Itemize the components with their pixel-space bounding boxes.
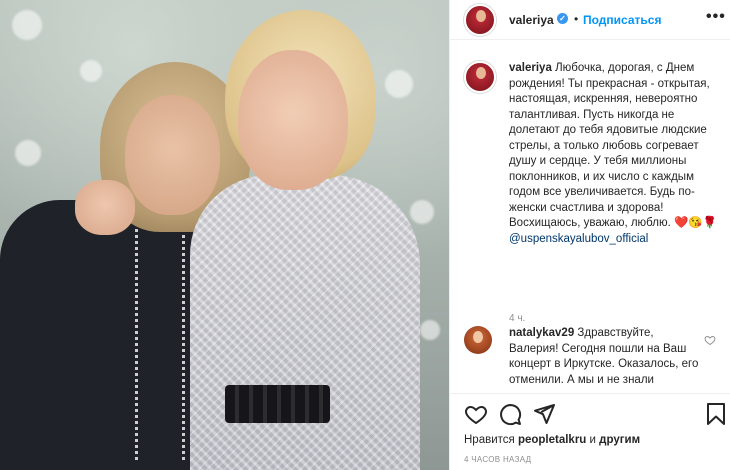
hand-on-shoulder xyxy=(75,180,135,235)
commenter-username[interactable]: natalykav29 xyxy=(509,327,574,339)
right-person-sequin-dress xyxy=(190,175,420,470)
bokeh-light xyxy=(385,70,413,98)
comment-text: natalykav29 Здравствуйте, Валерия! Сегод… xyxy=(509,326,699,388)
author-username[interactable]: valeriya xyxy=(509,13,554,27)
bokeh-light xyxy=(420,320,440,340)
bokeh-light xyxy=(15,140,41,166)
caption-text: valeriya Любочка, дорогая, с Днем рожден… xyxy=(509,61,719,247)
comment-item: natalykav29 Здравствуйте, Валерия! Сегод… xyxy=(464,326,724,393)
likes-user-link[interactable]: peopletalkru xyxy=(518,434,586,446)
right-person-face xyxy=(238,50,348,190)
author-avatar[interactable] xyxy=(464,4,496,36)
follow-button[interactable]: Подписаться xyxy=(583,13,661,27)
black-belt xyxy=(225,385,330,423)
necklace xyxy=(135,200,185,460)
comment-icon[interactable] xyxy=(498,402,522,426)
likes-others-link[interactable]: другим xyxy=(599,434,640,446)
instagram-post: valeriya ✓ • Подписаться ••• valeriya Лю… xyxy=(0,0,730,470)
post-photo[interactable] xyxy=(0,0,449,470)
bookmark-icon[interactable] xyxy=(704,402,728,426)
heart-icon[interactable] xyxy=(464,402,488,426)
left-person-face xyxy=(125,95,220,215)
commenter-avatar[interactable] xyxy=(464,326,492,354)
share-icon[interactable] xyxy=(532,402,556,426)
post-actions: Нравится peopletalkru и другим 4 ЧАСОВ Н… xyxy=(450,393,730,470)
comment-like-heart-icon[interactable] xyxy=(704,334,716,346)
likes-prefix: Нравится xyxy=(464,434,518,446)
bokeh-light xyxy=(12,10,42,40)
separator-dot: • xyxy=(574,12,579,26)
likes-summary: Нравится peopletalkru и другим xyxy=(464,434,640,446)
verified-badge-icon: ✓ xyxy=(557,13,568,24)
caption-time[interactable]: 4 ч. xyxy=(509,313,525,324)
bokeh-light xyxy=(410,200,434,224)
posted-time[interactable]: 4 ЧАСОВ НАЗАД xyxy=(464,455,531,464)
post-header: valeriya ✓ • Подписаться ••• xyxy=(450,0,730,40)
caption-username[interactable]: valeriya xyxy=(509,62,552,74)
likes-and: и xyxy=(586,434,600,446)
post-sidebar: valeriya ✓ • Подписаться ••• valeriya Лю… xyxy=(449,0,730,470)
bokeh-light xyxy=(80,60,102,82)
more-options-icon[interactable]: ••• xyxy=(706,8,726,26)
caption-mention-link[interactable]: @uspenskayalubov_official xyxy=(509,233,648,245)
caption-emoji: ❤️😘🌹 xyxy=(673,217,717,229)
caption-body: Любочка, дорогая, с Днем рождения! Ты пр… xyxy=(509,62,710,229)
comments-section[interactable]: valeriya Любочка, дорогая, с Днем рожден… xyxy=(450,41,730,393)
caption-author-avatar[interactable] xyxy=(464,61,496,93)
